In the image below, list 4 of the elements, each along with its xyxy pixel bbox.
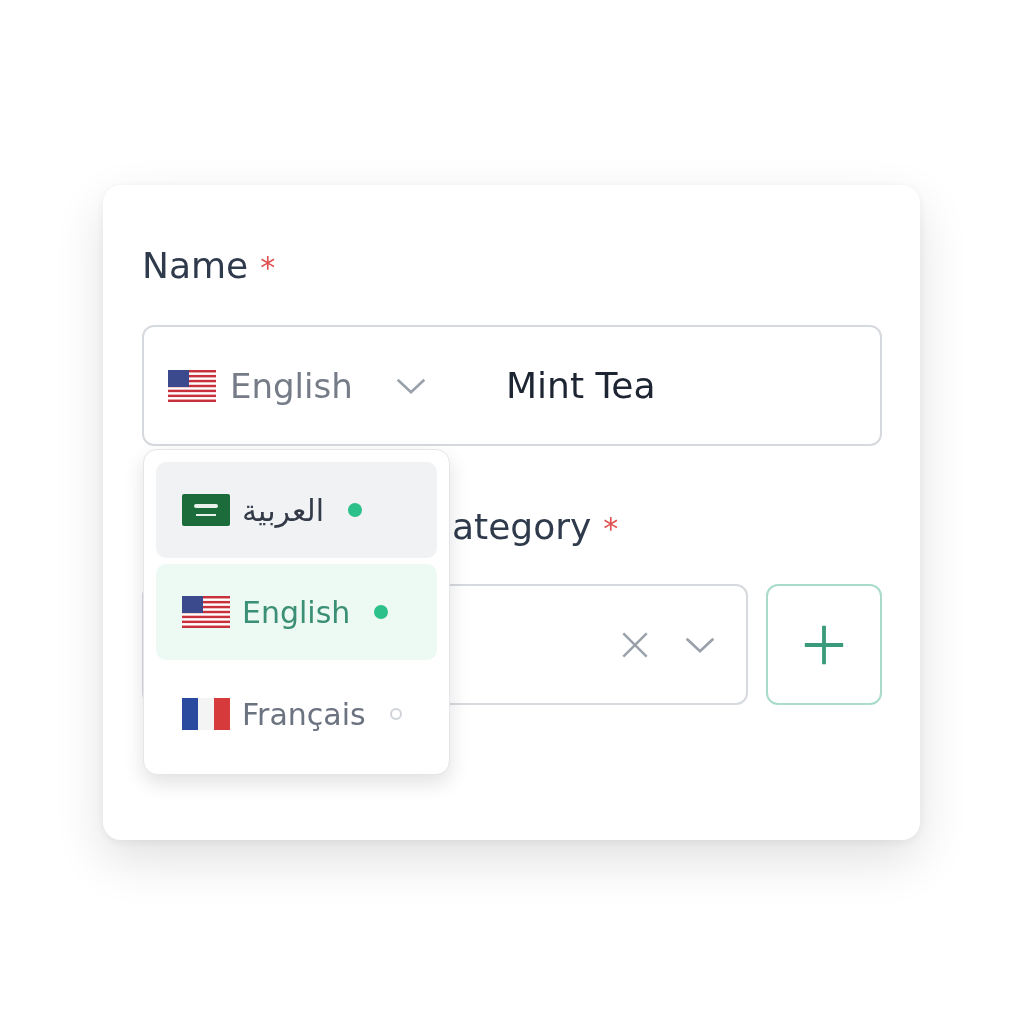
required-mark: * <box>603 511 619 546</box>
field-label: Name <box>142 245 249 286</box>
required-mark: * <box>260 250 276 285</box>
field-label: ategory <box>452 506 592 547</box>
